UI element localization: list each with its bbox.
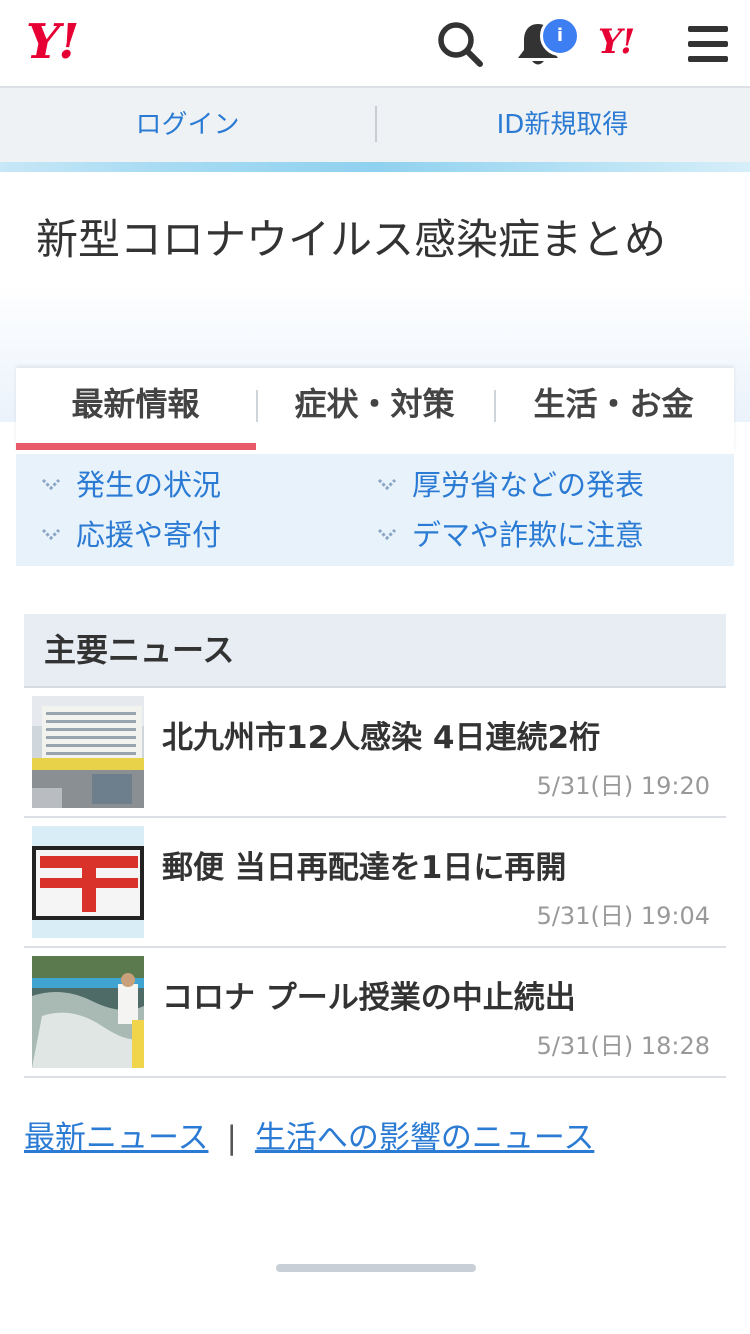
news-timestamp: 5/31(日) 18:28: [536, 1032, 710, 1060]
tab-latest[interactable]: 最新情報: [16, 368, 256, 452]
news-headline: 北九州市12人感染 4日連続2桁: [162, 720, 601, 756]
search-icon[interactable]: [434, 18, 486, 70]
notification-badge: i: [540, 16, 580, 56]
header-stripe: [0, 162, 750, 172]
sublink-support-donations[interactable]: 応援や寄付: [41, 510, 222, 560]
news-headline: コロナ プール授業の中止続出: [162, 980, 576, 1016]
sublink-label: 応援や寄付: [76, 518, 222, 552]
yahoo-service-icon[interactable]: Y!: [598, 22, 635, 62]
home-indicator[interactable]: [276, 1264, 476, 1272]
news-timestamp: 5/31(日) 19:04: [536, 902, 710, 930]
sublink-ministry-announcements[interactable]: 厚労省などの発表: [377, 460, 645, 510]
news-headline: 郵便 当日再配達を1日に再開: [162, 850, 567, 886]
tab-life-money[interactable]: 生活・お金: [494, 368, 733, 452]
news-item[interactable]: 郵便 当日再配達を1日に再開 5/31(日) 19:04: [24, 818, 726, 948]
section-heading-text: 主要ニュース: [44, 631, 235, 669]
section-heading: 主要ニュース: [24, 614, 726, 688]
sublink-label: 厚労省などの発表: [412, 468, 645, 502]
latest-news-link[interactable]: 最新ニュース: [24, 1120, 208, 1156]
login-button[interactable]: ログイン: [0, 88, 375, 162]
news-item[interactable]: コロナ プール授業の中止続出 5/31(日) 18:28: [24, 948, 726, 1078]
news-thumbnail: [32, 956, 144, 1068]
chevron-down-icon: [41, 528, 61, 541]
sublink-label: 発生の状況: [76, 468, 222, 502]
sublink-label: デマや詐欺に注意: [412, 518, 645, 552]
news-item[interactable]: 北九州市12人感染 4日連続2桁 5/31(日) 19:20: [24, 688, 726, 818]
chevron-down-icon: [377, 478, 397, 491]
news-thumbnail: [32, 826, 144, 938]
category-tabs: 最新情報 症状・対策 生活・お金: [16, 368, 734, 452]
news-thumbnail: [32, 696, 144, 808]
tab-label: 最新情報: [71, 385, 200, 423]
footer-links: 最新ニュース | 生活への影響のニュース: [24, 1116, 594, 1160]
yahoo-logo[interactable]: Y!: [26, 14, 79, 70]
news-timestamp: 5/31(日) 19:20: [536, 772, 710, 800]
sublink-misinformation-scams[interactable]: デマや詐欺に注意: [377, 510, 645, 560]
life-impact-news-link[interactable]: 生活への影響のニュース: [255, 1120, 594, 1156]
menu-icon[interactable]: [684, 22, 732, 66]
tab-label: 症状・対策: [294, 385, 455, 423]
chevron-down-icon: [41, 478, 61, 491]
page-title: 新型コロナウイルス感染症まとめ: [36, 215, 667, 264]
chevron-down-icon: [377, 528, 397, 541]
sublink-panel: 発生の状況 厚労省などの発表 応援や寄付 デマや詐欺に注意: [16, 454, 734, 566]
tab-label: 生活・お金: [533, 385, 694, 423]
signup-button[interactable]: ID新規取得: [375, 88, 750, 162]
app-header: Y! i Y!: [0, 0, 750, 88]
link-separator: |: [226, 1120, 237, 1156]
auth-bar: ログイン ID新規取得: [0, 88, 750, 162]
sublink-outbreak-status[interactable]: 発生の状況: [41, 460, 222, 510]
tab-symptoms[interactable]: 症状・対策: [255, 368, 494, 452]
